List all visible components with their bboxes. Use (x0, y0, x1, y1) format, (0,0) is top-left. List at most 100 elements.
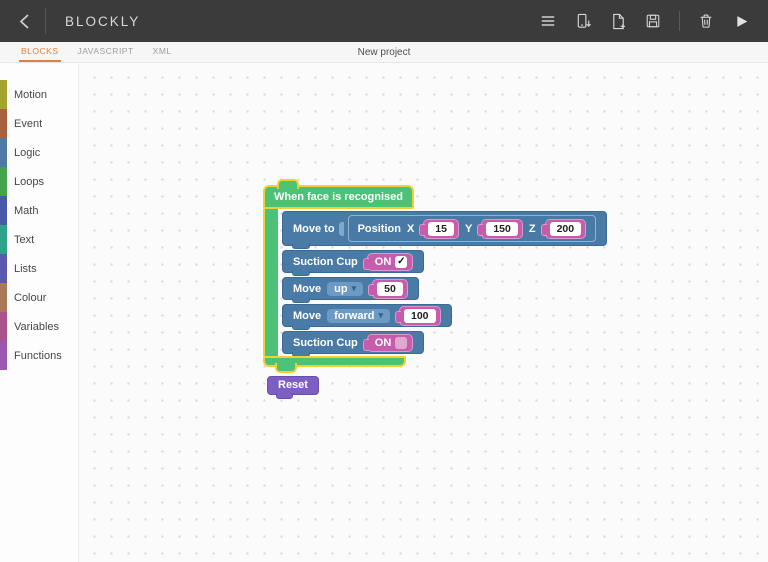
category-label: Logic (14, 147, 40, 159)
category-label: Text (14, 234, 34, 246)
sidebar-item-text[interactable]: Text (0, 225, 78, 254)
header-toolbar (539, 11, 750, 31)
category-label: Variables (14, 321, 59, 333)
block-move-up[interactable]: Move up ▾ 50 (282, 277, 419, 300)
device-export-icon (575, 13, 592, 30)
block-label: Move (293, 283, 321, 295)
category-color-strip (0, 225, 7, 254)
block-label: Suction Cup (293, 256, 358, 268)
save-button[interactable] (644, 12, 662, 30)
event-block-spine (263, 209, 278, 356)
tab-blocks[interactable]: BLOCKS (19, 42, 61, 62)
download-to-device-button[interactable] (574, 12, 592, 30)
toolbar-divider (679, 11, 680, 31)
block-move-to[interactable]: Move to Position X 15 Y 150 Z 200 (282, 211, 607, 246)
direction-dropdown[interactable]: forward ▾ (327, 309, 390, 323)
value-block-z[interactable]: 200 (545, 219, 587, 239)
category-color-strip (0, 312, 7, 341)
sidebar-item-variables[interactable]: Variables (0, 312, 78, 341)
sidebar-item-logic[interactable]: Logic (0, 138, 78, 167)
distance-field[interactable]: 100 (404, 309, 436, 323)
distance-value-block[interactable]: 100 (399, 306, 441, 326)
value-block-y[interactable]: 150 (481, 219, 523, 239)
category-color-strip (0, 196, 7, 225)
sidebar-item-loops[interactable]: Loops (0, 167, 78, 196)
category-color-strip (0, 80, 7, 109)
event-block-body: Move to Position X 15 Y 150 Z 200 Suctio… (263, 209, 607, 356)
event-block-label: When face is recognised (274, 191, 403, 203)
block-label: Position (358, 223, 401, 235)
delete-button[interactable] (697, 12, 715, 30)
distance-field[interactable]: 50 (377, 282, 403, 296)
menu-button[interactable] (539, 12, 557, 30)
category-color-strip (0, 109, 7, 138)
block-suction-cup-on[interactable]: Suction Cup ON ✓ (282, 250, 424, 273)
category-label: Functions (14, 350, 62, 362)
category-label: Loops (14, 176, 44, 188)
tab-javascript[interactable]: JAVASCRIPT (76, 42, 136, 62)
block-reset[interactable]: Reset (267, 376, 319, 395)
event-block-header[interactable]: When face is recognised (263, 185, 414, 209)
sidebar-item-motion[interactable]: Motion (0, 80, 78, 109)
sidebar-item-math[interactable]: Math (0, 196, 78, 225)
checkbox-checked-icon[interactable]: ✓ (395, 256, 407, 268)
blockly-app: BLOCKLY (0, 0, 768, 562)
sidebar-item-event[interactable]: Event (0, 109, 78, 138)
suction-state-block[interactable]: ON ✓ (367, 253, 414, 271)
category-label: Colour (14, 292, 46, 304)
sidebar-item-functions[interactable]: Functions (0, 341, 78, 370)
suction-state-label: ON (372, 337, 392, 349)
toolbox-sidebar: Motion Event Logic Loops Math Text (0, 64, 78, 562)
menu-icon (540, 13, 556, 29)
dropdown-value: forward (334, 310, 374, 322)
tab-xml[interactable]: XML (151, 42, 174, 62)
input-connector (339, 222, 344, 236)
category-label: Math (14, 205, 38, 217)
block-suction-cup-off[interactable]: Suction Cup ON (282, 331, 424, 354)
block-move-forward[interactable]: Move forward ▾ 100 (282, 304, 452, 327)
block-position[interactable]: Position X 15 Y 150 Z 200 (348, 215, 597, 242)
event-block-footer (263, 356, 406, 367)
value-block-x[interactable]: 15 (423, 219, 459, 239)
block-label: Reset (278, 379, 308, 391)
chevron-down-icon: ▾ (352, 284, 357, 293)
param-name-y: Y (465, 223, 472, 235)
value-field-y[interactable]: 150 (486, 222, 518, 236)
sidebar-item-lists[interactable]: Lists (0, 254, 78, 283)
value-field-z[interactable]: 200 (550, 222, 582, 236)
param-name-z: Z (529, 223, 536, 235)
category-color-strip (0, 254, 7, 283)
chevron-down-icon: ▾ (378, 311, 383, 320)
event-block-group[interactable]: When face is recognised Move to Position… (263, 185, 607, 367)
value-field-x[interactable]: 15 (428, 222, 454, 236)
category-label: Lists (14, 263, 37, 275)
app-title: BLOCKLY (65, 14, 140, 29)
header-divider (45, 8, 46, 34)
category-color-strip (0, 167, 7, 196)
block-label: Suction Cup (293, 337, 358, 349)
direction-dropdown[interactable]: up ▾ (327, 282, 363, 296)
back-icon (18, 13, 31, 30)
distance-value-block[interactable]: 50 (372, 279, 408, 299)
sidebar-item-colour[interactable]: Colour (0, 283, 78, 312)
block-label: Move to (293, 223, 335, 235)
dropdown-value: up (334, 283, 347, 295)
tab-bar: BLOCKS JAVASCRIPT XML New project (0, 42, 768, 63)
run-button[interactable] (732, 12, 750, 30)
suction-state-label: ON (372, 256, 392, 268)
save-icon (645, 13, 661, 29)
checkbox-unchecked-icon[interactable] (395, 337, 407, 349)
header: BLOCKLY (0, 0, 768, 42)
suction-state-block[interactable]: ON (367, 334, 414, 352)
category-label: Event (14, 118, 42, 130)
param-name-x: X (407, 223, 414, 235)
category-color-strip (0, 283, 7, 312)
trash-icon (698, 13, 714, 29)
statement-stack: Move to Position X 15 Y 150 Z 200 Suctio… (278, 209, 607, 356)
category-list: Motion Event Logic Loops Math Text (0, 80, 78, 370)
back-button[interactable] (13, 8, 35, 34)
play-icon (734, 14, 749, 29)
category-color-strip (0, 341, 7, 370)
new-file-button[interactable] (609, 12, 627, 30)
new-file-icon (610, 13, 627, 30)
